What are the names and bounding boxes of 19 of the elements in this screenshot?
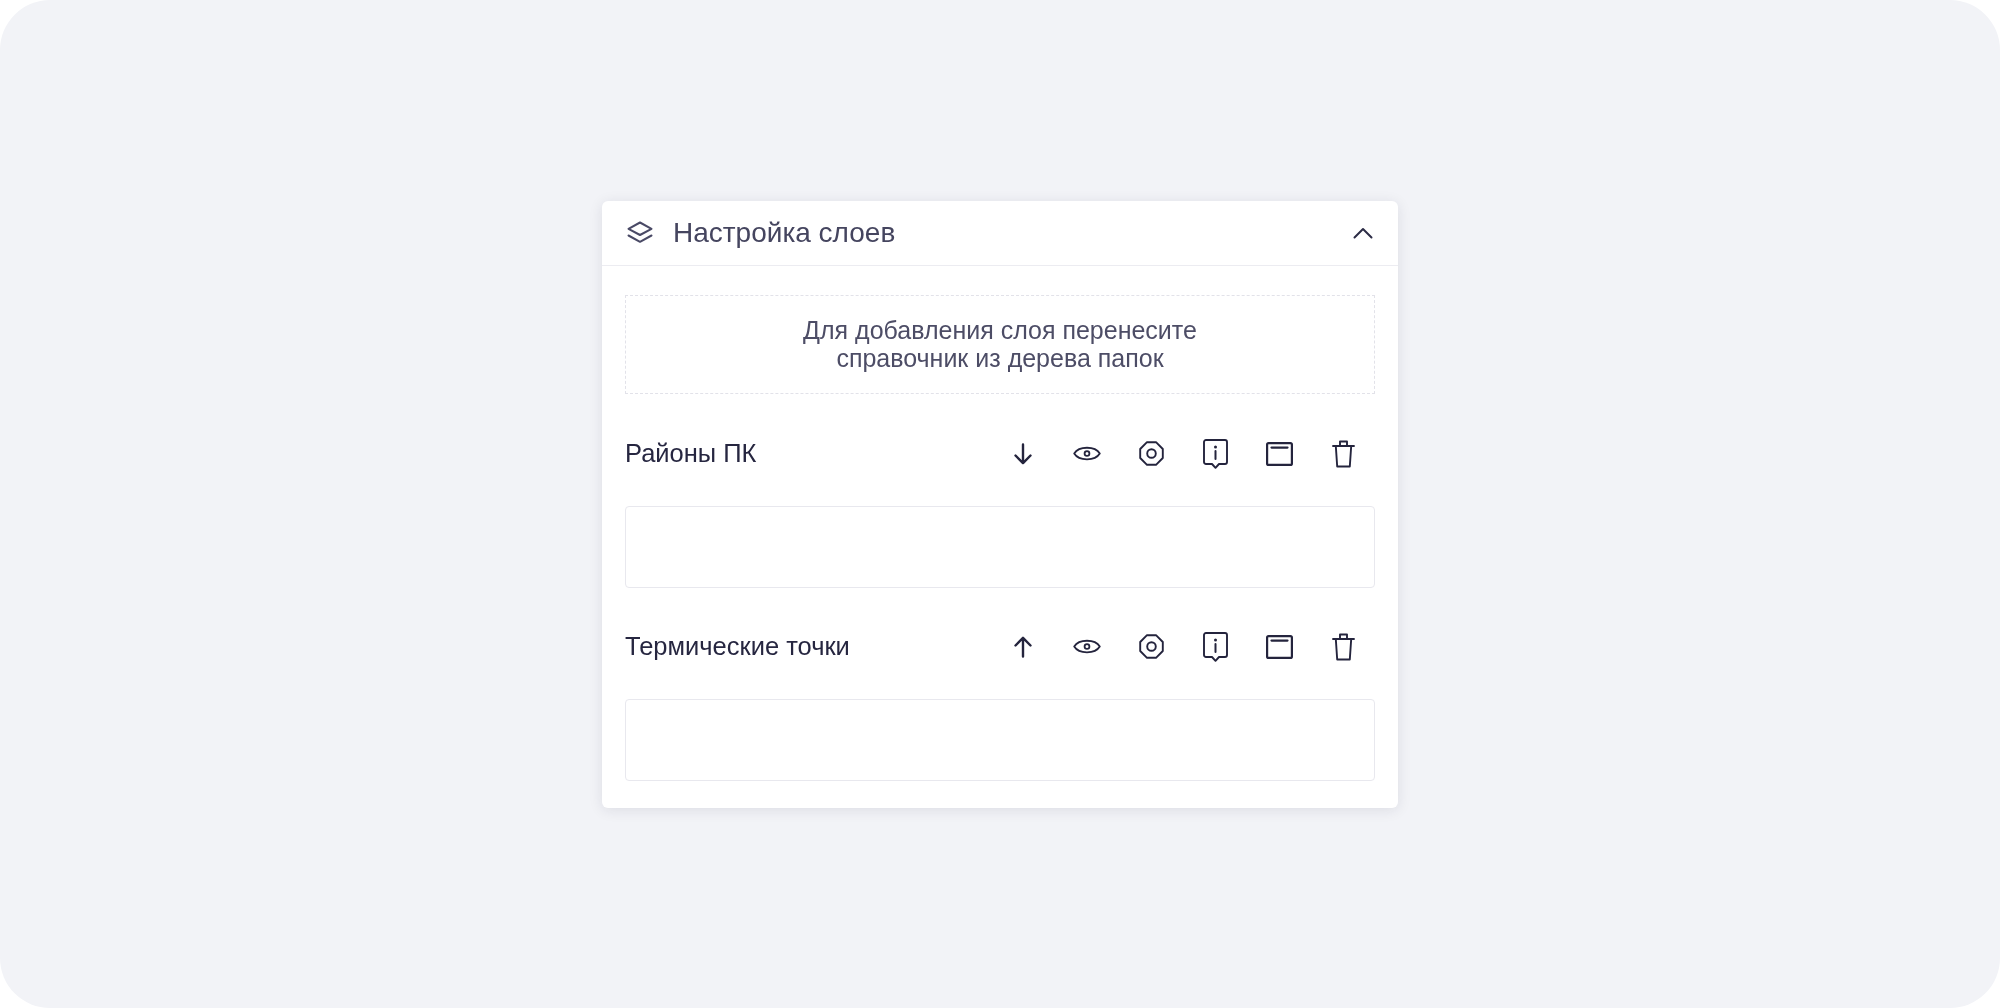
window-icon[interactable] [1265,441,1293,466]
layer-name: Районы ПК [625,439,757,468]
ring-icon[interactable] [1138,634,1164,659]
info-icon[interactable] [1202,631,1228,662]
drop-hint-text: Для добавления слоя перенесите справочник из дерева папок [803,316,1197,372]
layer-name: Термические точки [625,632,850,661]
eye-icon[interactable] [1073,445,1101,462]
arrow-down-icon[interactable] [1013,442,1033,465]
layers-icon [627,220,653,245]
eye-icon[interactable] [1073,638,1101,655]
trash-icon[interactable] [1331,439,1355,468]
ring-icon[interactable] [1138,441,1164,466]
trash-icon[interactable] [1331,632,1355,661]
drop-zone[interactable]: Для добавления слоя перенесите справочник из дерева папок [625,294,1375,394]
arrow-up-icon[interactable] [1013,635,1033,658]
window-icon[interactable] [1265,634,1293,659]
panel-title: Настройка слоев [673,216,896,249]
info-icon[interactable] [1202,438,1228,469]
chevron-up-icon[interactable] [1353,226,1373,239]
